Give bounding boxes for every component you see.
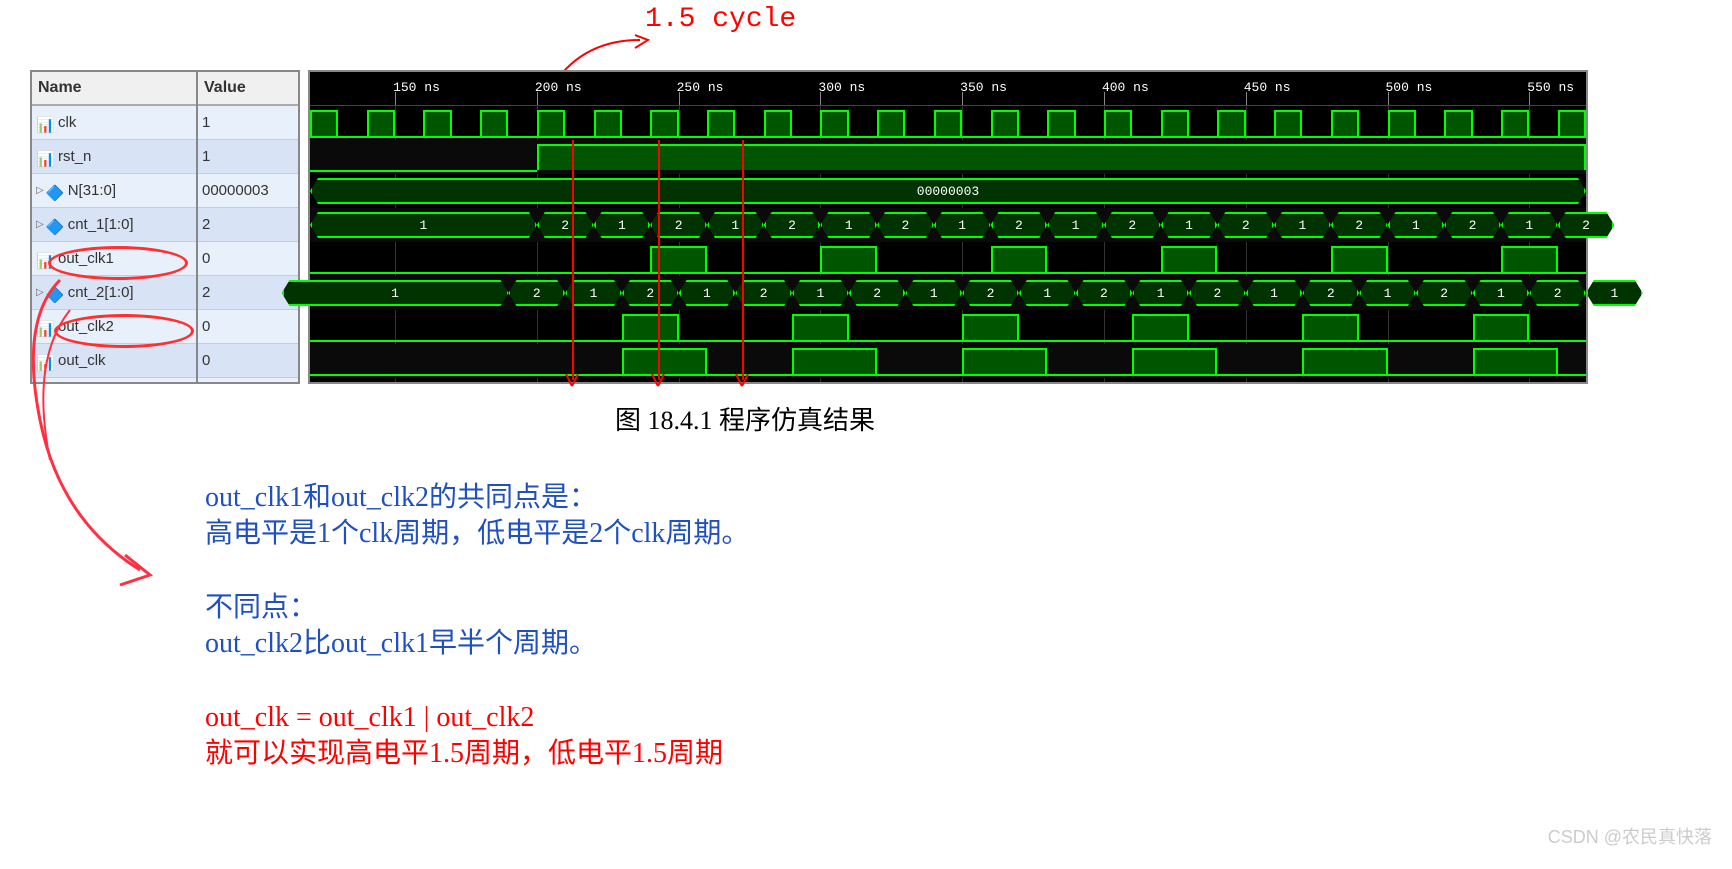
signal-icon: 📊 xyxy=(36,116,54,130)
wave-outclk1 xyxy=(310,242,1586,276)
wave-n-bus: 00000003 xyxy=(310,174,1586,208)
bus-icon: 🔷 xyxy=(46,218,64,232)
signal-row-clk[interactable]: 📊 clk xyxy=(32,106,196,140)
wave-rst-n xyxy=(310,140,1586,174)
value-row: 0 xyxy=(198,242,298,276)
signal-label: out_clk2 xyxy=(58,318,114,335)
signal-icon: 📊 xyxy=(36,354,54,368)
marker-line xyxy=(572,140,574,380)
value-row: 1 xyxy=(198,106,298,140)
explanation-diff: 不同点： out_clk2比out_clk1早半个周期。 xyxy=(205,590,597,663)
signal-label: N[31:0] xyxy=(68,182,116,199)
text-line: 不同点： xyxy=(205,590,597,626)
text-line: 高电平是1个clk周期，低电平是2个clk周期。 xyxy=(205,516,749,552)
signal-value-panel: Value 1 1 00000003 2 0 2 0 0 xyxy=(198,70,300,384)
wave-clk xyxy=(310,106,1586,140)
time-ruler: 150 ns200 ns250 ns300 ns350 ns400 ns450 … xyxy=(310,72,1586,106)
signal-name-panel: Name 📊clk 📊rst_n ▷🔷N[31:0] ▷🔷cnt_1[1:0] … xyxy=(30,70,198,384)
explanation-common: out_clk1和out_clk2的共同点是： 高电平是1个clk周期，低电平是… xyxy=(205,480,749,553)
explanation-formula: out_clk = out_clk1 | out_clk2 就可以实现高电平1.… xyxy=(205,700,723,773)
wave-outclk xyxy=(310,344,1586,378)
waveform-canvas[interactable]: 150 ns200 ns250 ns300 ns350 ns400 ns450 … xyxy=(308,70,1588,384)
expand-icon[interactable]: ▷ xyxy=(36,219,44,230)
text-line: out_clk1和out_clk2的共同点是： xyxy=(205,480,749,516)
value-row: 00000003 xyxy=(198,174,298,208)
signal-label: out_clk1 xyxy=(58,250,114,267)
signal-icon: 📊 xyxy=(36,150,54,164)
figure-caption: 图 18.4.1 程序仿真结果 xyxy=(615,400,875,437)
signal-row-outclk1[interactable]: 📊 out_clk1 xyxy=(32,242,196,276)
signal-icon: 📊 xyxy=(36,320,54,334)
signal-label: cnt_2[1:0] xyxy=(68,284,134,301)
cycle-annotation: 1.5 cycle xyxy=(645,4,796,35)
expand-icon[interactable]: ▷ xyxy=(36,287,44,298)
waveform-viewer: Name 📊clk 📊rst_n ▷🔷N[31:0] ▷🔷cnt_1[1:0] … xyxy=(30,70,1585,384)
bus-icon: 🔷 xyxy=(46,286,64,300)
signal-label: rst_n xyxy=(58,148,91,165)
signal-row-cnt1[interactable]: ▷🔷 cnt_1[1:0] xyxy=(32,208,196,242)
text-line: out_clk2比out_clk1早半个周期。 xyxy=(205,626,597,662)
name-header: Name xyxy=(32,72,196,106)
signal-row-outclk2[interactable]: 📊 out_clk2 xyxy=(32,310,196,344)
wave-outclk2 xyxy=(310,310,1586,344)
signal-label: clk xyxy=(58,114,76,131)
bus-icon: 🔷 xyxy=(46,184,64,198)
signal-row-outclk[interactable]: 📊 out_clk xyxy=(32,344,196,378)
watermark: CSDN @农民真快落 xyxy=(1548,823,1712,849)
signal-icon: 📊 xyxy=(36,252,54,266)
text-line: 就可以实现高电平1.5周期，低电平1.5周期 xyxy=(205,736,723,772)
signal-row-cnt2[interactable]: ▷🔷 cnt_2[1:0] xyxy=(32,276,196,310)
wave-cnt2-bus: 121212121212121212121 xyxy=(310,276,1586,310)
value-row: 0 xyxy=(198,310,298,344)
signal-row-n[interactable]: ▷🔷 N[31:0] xyxy=(32,174,196,208)
text-line: out_clk = out_clk1 | out_clk2 xyxy=(205,700,723,736)
signal-row-rst-n[interactable]: 📊 rst_n xyxy=(32,140,196,174)
wave-cnt1-bus: 12121212121212121212 xyxy=(310,208,1586,242)
value-header: Value xyxy=(198,72,298,106)
marker-line xyxy=(658,140,660,380)
marker-line xyxy=(742,140,744,380)
expand-icon[interactable]: ▷ xyxy=(36,185,44,196)
value-row: 2 xyxy=(198,208,298,242)
value-row: 0 xyxy=(198,344,298,378)
signal-label: cnt_1[1:0] xyxy=(68,216,134,233)
value-row: 1 xyxy=(198,140,298,174)
signal-label: out_clk xyxy=(58,352,106,369)
